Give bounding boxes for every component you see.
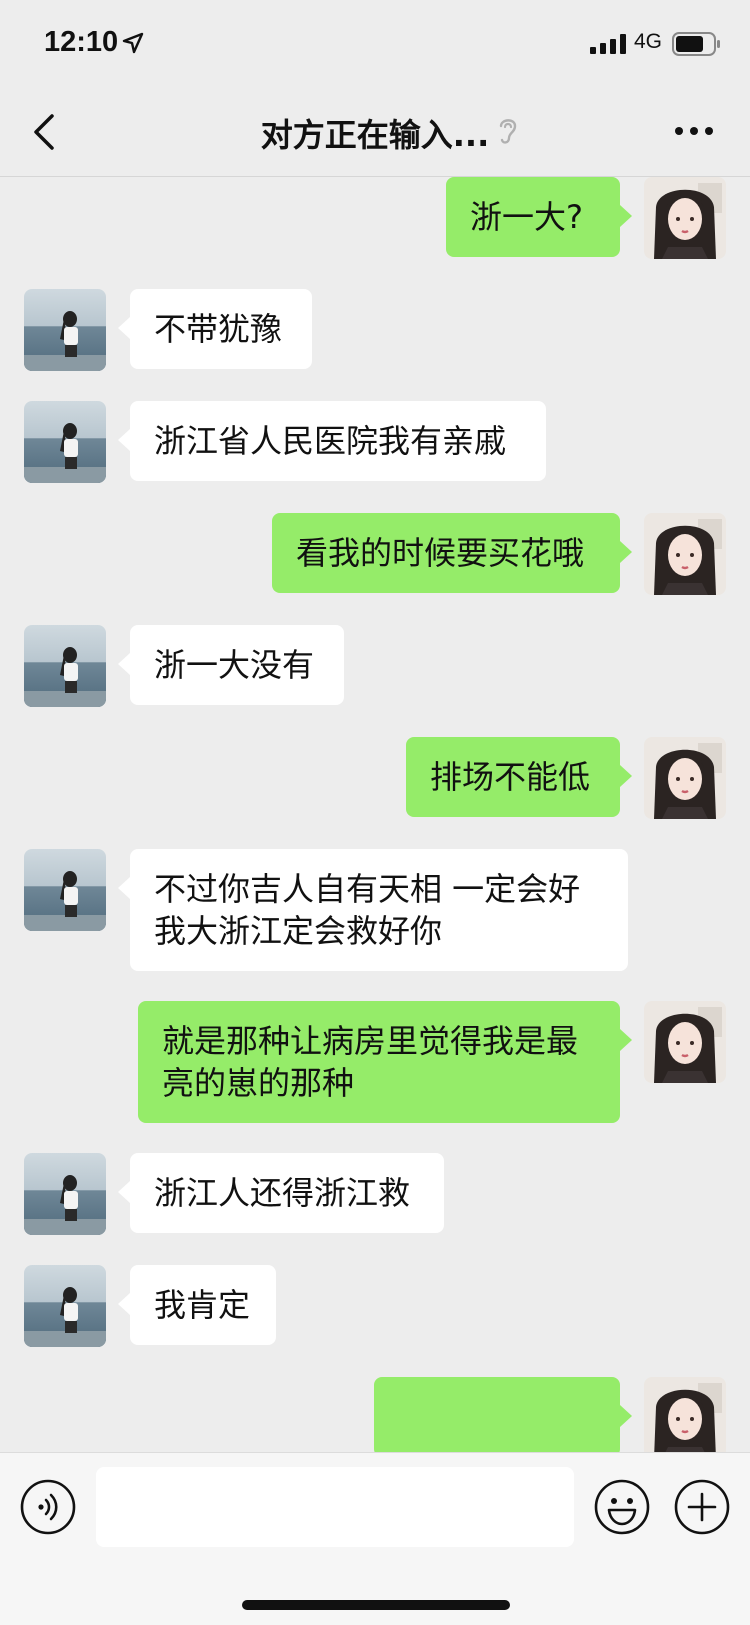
- battery-icon: [672, 32, 720, 56]
- message-bubble[interactable]: 浙一大没有: [118, 625, 344, 705]
- status-time: 12:10: [44, 26, 119, 58]
- message-bubble[interactable]: 就是那种让病房里觉得我是最 亮的崽的那种: [138, 1001, 632, 1123]
- more-dots-icon[interactable]: [672, 118, 716, 144]
- self-avatar[interactable]: [644, 513, 726, 595]
- self-avatar[interactable]: [644, 737, 726, 819]
- contact-avatar[interactable]: [24, 625, 106, 707]
- signal-icon: [590, 34, 626, 54]
- voice-icon[interactable]: [20, 1479, 76, 1535]
- message-input[interactable]: [96, 1467, 574, 1547]
- message-bubble[interactable]: 浙江人还得浙江救: [118, 1153, 444, 1233]
- message-bubble[interactable]: 不带犹豫: [118, 289, 312, 369]
- contact-avatar[interactable]: [24, 289, 106, 371]
- self-avatar[interactable]: [644, 1377, 726, 1452]
- emoji-icon[interactable]: [594, 1479, 650, 1535]
- nav-bar: 对方正在输入...: [0, 88, 750, 177]
- message-bubble[interactable]: 不过你吉人自有天相 一定会好 我大浙江定会救好你: [118, 849, 628, 971]
- message-bubble[interactable]: 浙一大?: [446, 177, 632, 257]
- contact-avatar[interactable]: [24, 401, 106, 483]
- home-indicator: [242, 1600, 510, 1610]
- message-bubble[interactable]: 排场不能低: [406, 737, 632, 817]
- message-bubble[interactable]: 浙江省人民医院我有亲戚: [118, 401, 546, 481]
- ear-icon: [499, 119, 517, 144]
- message-bubble[interactable]: 看我的时候要买花哦: [272, 513, 632, 593]
- chat-list[interactable]: 浙一大? 不带犹豫浙江省人民医院我有亲戚看我的时候要买花哦浙一大没有 排场不能低不过…: [0, 177, 750, 1452]
- plus-icon[interactable]: [674, 1479, 730, 1535]
- message-bubble[interactable]: 我肯定: [118, 1265, 276, 1345]
- chat-title: 对方正在输入...: [260, 116, 490, 154]
- contact-avatar[interactable]: [24, 1265, 106, 1347]
- status-bar: 12:10 4G: [0, 0, 750, 88]
- contact-avatar[interactable]: [24, 849, 106, 931]
- contact-avatar[interactable]: [24, 1153, 106, 1235]
- self-avatar[interactable]: [644, 177, 726, 259]
- self-avatar[interactable]: [644, 1001, 726, 1083]
- network-type: 4G: [634, 30, 663, 53]
- input-bar: [0, 1452, 750, 1625]
- location-arrow-icon: [122, 32, 144, 54]
- message-bubble[interactable]: [374, 1377, 632, 1452]
